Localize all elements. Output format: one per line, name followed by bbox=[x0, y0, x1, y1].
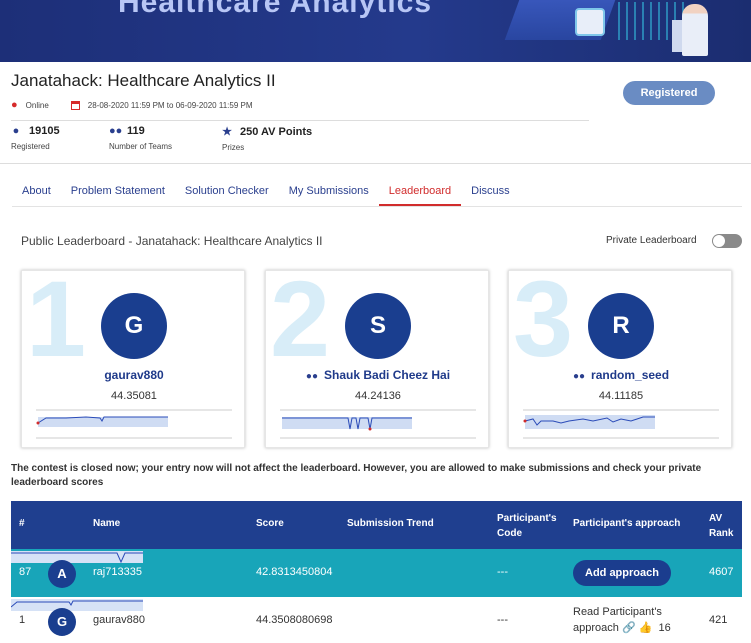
podium-rank: 2 bbox=[270, 270, 331, 379]
toggle-knob bbox=[713, 235, 725, 247]
avatar[interactable]: R bbox=[588, 293, 654, 359]
avatar[interactable]: G bbox=[48, 608, 76, 636]
podium-name[interactable]: ●● random_seed bbox=[509, 368, 731, 382]
event-banner: Healthcare Analytics bbox=[0, 0, 751, 62]
divider bbox=[0, 163, 751, 164]
registered-button[interactable]: Registered bbox=[623, 81, 715, 105]
banner-screen-icon bbox=[575, 8, 605, 36]
table-header: # Name Score Submission Trend Participan… bbox=[11, 501, 742, 549]
location-pin-icon: ● bbox=[11, 99, 18, 111]
podium-name-text[interactable]: gaurav880 bbox=[104, 368, 163, 382]
stat-value: 19105 bbox=[29, 125, 60, 137]
podium-score: 44.35081 bbox=[111, 390, 157, 402]
stat-prizes: ★ 250 AV Points Prizes bbox=[222, 125, 313, 153]
private-leaderboard-toggle[interactable] bbox=[712, 234, 742, 248]
table-row: 1 G gaurav880 44.3508080698 --- Read Par… bbox=[10, 597, 742, 643]
contest-closed-notice: The contest is closed now; your entry no… bbox=[11, 463, 702, 488]
event-dates: 28-08-2020 11:59 PM to 06-09-2020 11:59 … bbox=[87, 100, 253, 110]
team-icon: ●● bbox=[572, 371, 586, 382]
stat-label: Number of Teams bbox=[109, 142, 172, 151]
row-name[interactable]: gaurav880 bbox=[93, 614, 145, 626]
row-score: 42.8313450804 bbox=[256, 566, 333, 578]
podium-name-text[interactable]: random_seed bbox=[591, 368, 669, 382]
likes-count: 16 bbox=[658, 622, 671, 634]
podium-score: 44.24136 bbox=[355, 390, 401, 402]
trophy-icon: ★ bbox=[222, 126, 232, 138]
tab-my-submissions[interactable]: My Submissions bbox=[279, 176, 379, 206]
user-icon: ● bbox=[12, 125, 20, 137]
score-sparkline bbox=[523, 409, 719, 439]
avatar[interactable]: G bbox=[101, 293, 167, 359]
col-rank: # bbox=[19, 518, 25, 529]
stat-label: Registered bbox=[11, 142, 50, 151]
avatar[interactable]: A bbox=[48, 560, 76, 588]
tab-discuss[interactable]: Discuss bbox=[461, 176, 520, 206]
thumbs-up-icon[interactable]: 👍 bbox=[639, 622, 653, 634]
public-leaderboard-title: Public Leaderboard - Janatahack: Healthc… bbox=[21, 234, 323, 248]
team-icon: ●● bbox=[305, 371, 319, 382]
score-sparkline bbox=[280, 409, 476, 439]
podium-name[interactable]: ●● Shauk Badi Cheez Hai bbox=[266, 368, 488, 382]
private-leaderboard-label: Private Leaderboard bbox=[606, 235, 697, 246]
podium-score: 44.11185 bbox=[598, 390, 644, 402]
tab-problem-statement[interactable]: Problem Statement bbox=[61, 176, 175, 206]
row-score: 44.3508080698 bbox=[256, 614, 333, 626]
row-code: --- bbox=[497, 614, 508, 626]
tab-leaderboard[interactable]: Leaderboard bbox=[378, 176, 462, 206]
col-name: Name bbox=[93, 518, 121, 529]
stat-registered: ● 19105 Registered bbox=[11, 125, 60, 151]
col-trend: Submission Trend bbox=[347, 518, 434, 529]
stat-teams: ●● 119 Number of Teams bbox=[109, 125, 172, 151]
stat-value: 119 bbox=[127, 125, 145, 137]
row-av-rank: 421 bbox=[709, 614, 728, 626]
read-approach-link[interactable]: Read Participant's approach 🔗 👍 16 bbox=[573, 604, 683, 636]
calendar-icon bbox=[70, 100, 80, 110]
row-name[interactable]: raj713335 bbox=[93, 566, 142, 578]
col-code: Participant's Code bbox=[497, 513, 557, 539]
col-approach: Participant's approach bbox=[573, 518, 681, 529]
col-score: Score bbox=[256, 518, 284, 529]
tab-solution-checker[interactable]: Solution Checker bbox=[175, 176, 279, 206]
table-row-current-user: 87 A raj713335 42.8313450804 --- Add app… bbox=[11, 549, 742, 597]
event-location: Online bbox=[25, 100, 49, 110]
podium-rank: 3 bbox=[513, 270, 574, 379]
stat-value: 250 AV Points bbox=[240, 125, 313, 138]
link-icon: 🔗 bbox=[621, 622, 636, 634]
col-av-rank: AV Rank bbox=[709, 513, 734, 539]
row-code: --- bbox=[497, 566, 508, 578]
podium-card-3: 3 R ●● random_seed 44.11185 bbox=[508, 270, 732, 448]
stat-label: Prizes bbox=[222, 143, 245, 152]
podium-card-1: 1 G gaurav880 44.35081 bbox=[21, 270, 245, 448]
tab-bar: About Problem Statement Solution Checker… bbox=[12, 176, 520, 206]
avatar[interactable]: S bbox=[345, 293, 411, 359]
podium-name-text[interactable]: Shauk Badi Cheez Hai bbox=[324, 368, 450, 382]
row-av-rank: 4607 bbox=[709, 566, 734, 578]
row-rank: 87 bbox=[19, 566, 32, 578]
submission-trend-sparkline bbox=[11, 551, 143, 564]
banner-text: Healthcare Analytics bbox=[118, 0, 433, 19]
row-rank: 1 bbox=[19, 614, 26, 626]
add-approach-button[interactable]: Add approach bbox=[573, 560, 671, 586]
page-title: Janatahack: Healthcare Analytics II bbox=[11, 71, 276, 90]
podium-name[interactable]: gaurav880 bbox=[22, 368, 244, 382]
podium-rank: 1 bbox=[26, 270, 87, 379]
team-icon: ●● bbox=[109, 125, 123, 137]
divider bbox=[11, 120, 589, 121]
banner-person bbox=[682, 4, 708, 56]
podium-card-2: 2 S ●● Shauk Badi Cheez Hai 44.24136 bbox=[265, 270, 489, 448]
submission-trend-sparkline bbox=[10, 599, 143, 611]
tab-about[interactable]: About bbox=[12, 176, 61, 206]
score-sparkline bbox=[36, 409, 232, 439]
tabs-divider bbox=[12, 206, 742, 207]
event-meta: ● Online 28-08-2020 11:59 PM to 06-09-20… bbox=[11, 99, 252, 111]
